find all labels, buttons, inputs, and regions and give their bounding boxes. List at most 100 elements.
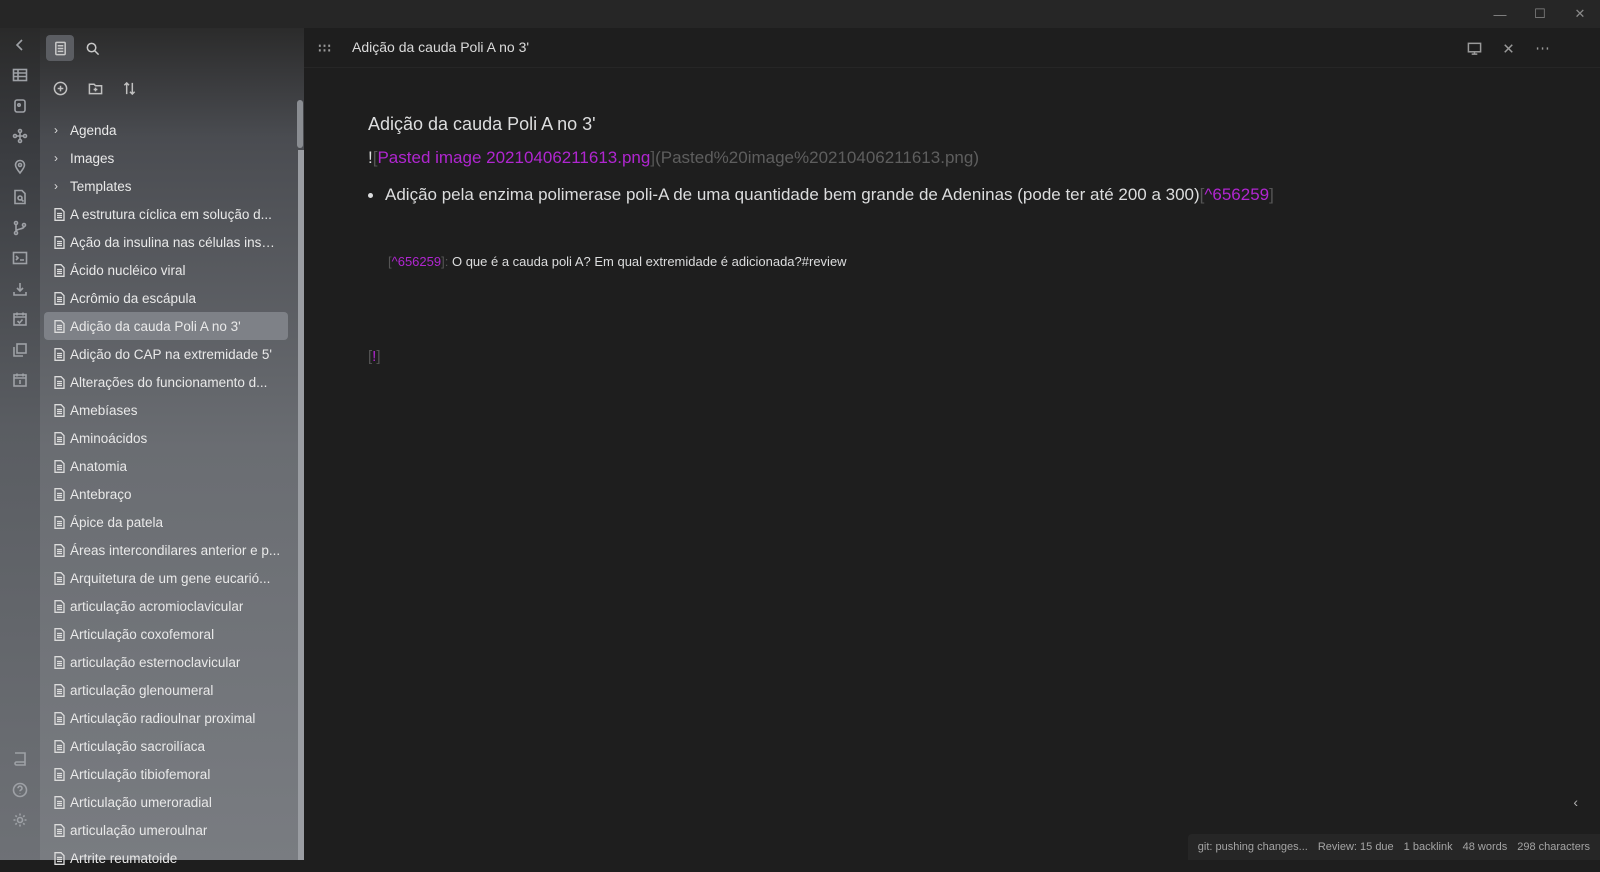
calendar-check-icon[interactable]	[9, 308, 31, 330]
ribbon	[0, 28, 40, 860]
file-item[interactable]: Ácido nucléico viral	[44, 256, 288, 284]
new-folder-button[interactable]	[83, 76, 107, 100]
table-icon[interactable]	[9, 64, 31, 86]
document-icon	[54, 683, 70, 697]
file-tree: › Agenda › Images › Templates A estrutura cícl…	[44, 116, 288, 872]
file-item[interactable]: Áreas intercondilares anterior e p...	[44, 536, 288, 564]
file-item[interactable]: Articulação sacroilíaca	[44, 732, 288, 760]
book-icon[interactable]	[9, 748, 31, 770]
terminal-icon[interactable]	[9, 247, 31, 269]
document-icon	[54, 319, 70, 333]
chevron-right-icon: ›	[54, 179, 58, 193]
exclamation-embed: [!]	[368, 348, 381, 365]
close-window-button[interactable]: ✕	[1560, 0, 1600, 28]
close-icon[interactable]	[1498, 38, 1518, 58]
file-item[interactable]: Alterações do funcionamento d...	[44, 368, 288, 396]
view-header: Adição da cauda Poli A no 3'	[304, 28, 1600, 68]
view-header-title[interactable]: Adição da cauda Poli A no 3'	[352, 39, 529, 55]
file-item[interactable]: Arquitetura de um gene eucarió...	[44, 564, 288, 592]
ref-bracket-close: ]	[1269, 185, 1274, 204]
file-label: Antebraço	[70, 486, 132, 502]
embed-link-text[interactable]: Pasted image 20210406211613.png	[377, 148, 650, 167]
folder-item[interactable]: › Agenda	[44, 116, 288, 144]
copy-icon[interactable]	[9, 339, 31, 361]
file-label: Amebíases	[70, 402, 138, 418]
document-icon	[54, 431, 70, 445]
file-explorer-tab[interactable]	[46, 35, 74, 61]
block-text: O que é a cauda poli A? Em qual extremid…	[451, 254, 847, 269]
document-icon	[54, 375, 70, 389]
location-icon[interactable]	[9, 156, 31, 178]
backlink-count[interactable]: 1 backlink	[1404, 841, 1453, 853]
file-label: Aminoácidos	[70, 430, 148, 446]
file-item[interactable]: Articulação coxofemoral	[44, 620, 288, 648]
document-icon	[54, 235, 70, 249]
folder-item[interactable]: › Images	[44, 144, 288, 172]
search-tab[interactable]	[78, 35, 106, 61]
file-item[interactable]: Aminoácidos	[44, 424, 288, 452]
git-status[interactable]: git: pushing changes...	[1198, 841, 1308, 853]
file-search-icon[interactable]	[9, 186, 31, 208]
file-item[interactable]: Adição da cauda Poli A no 3'	[44, 312, 288, 340]
file-label: Artrite reumatoide	[70, 850, 178, 866]
minimize-button[interactable]: —	[1480, 0, 1520, 28]
sidebar-scrollbar[interactable]	[297, 100, 303, 148]
new-note-button[interactable]	[48, 76, 72, 100]
document-icon	[54, 543, 70, 557]
help-icon[interactable]	[9, 779, 31, 801]
file-label: Adição da cauda Poli A no 3'	[70, 318, 241, 334]
file-item[interactable]: A estrutura cíclica em solução d...	[44, 200, 288, 228]
document-icon	[54, 767, 70, 781]
file-item[interactable]: Amebíases	[44, 396, 288, 424]
file-item[interactable]: articulação esternoclavicular	[44, 648, 288, 676]
folder-item[interactable]: › Templates	[44, 172, 288, 200]
file-item[interactable]: articulação glenoumeral	[44, 676, 288, 704]
file-item[interactable]: Antebraço	[44, 480, 288, 508]
preview-mode-icon[interactable]	[1464, 38, 1484, 58]
more-options-icon[interactable]	[1532, 38, 1552, 58]
document-icon	[54, 655, 70, 669]
image-embed-line: ![Pasted image 20210406211613.png](Paste…	[368, 148, 1548, 178]
graph-icon[interactable]	[9, 125, 31, 147]
review-status[interactable]: Review: 15 due	[1318, 841, 1394, 853]
file-item[interactable]: Ápice da patela	[44, 508, 288, 536]
file-item[interactable]: Artrite reumatoide	[44, 844, 288, 872]
plus-circle-icon	[53, 81, 67, 95]
file-label: Áreas intercondilares anterior e p...	[70, 542, 281, 558]
editor-pane: Adição da cauda Poli A no 3' Adição da c…	[304, 28, 1600, 860]
collapse-right-sidebar-icon[interactable]: ‹	[1573, 794, 1578, 810]
embed-link-url[interactable]: Pasted%20image%20210406211613.png	[661, 148, 974, 167]
file-label: Articulação coxofemoral	[70, 626, 215, 642]
file-item[interactable]: Articulação radioulnar proximal	[44, 704, 288, 732]
chevron-left-icon[interactable]	[9, 34, 31, 56]
fork-icon[interactable]	[9, 217, 31, 239]
file-item[interactable]: Ação da insulina nas células insul...	[44, 228, 288, 256]
document-icon	[54, 823, 70, 837]
block-id[interactable]: ^656259	[392, 254, 441, 269]
document-icon	[54, 459, 70, 473]
file-item[interactable]: Adição do CAP na extremidade 5'	[44, 340, 288, 368]
grid-menu-icon[interactable]	[314, 38, 334, 58]
document-icon	[54, 207, 70, 221]
file-label: Arquitetura de um gene eucarió...	[70, 570, 271, 586]
folder-label: Agenda	[70, 122, 117, 138]
file-item[interactable]: Articulação tibiofemoral	[44, 760, 288, 788]
calendar-icon[interactable]	[9, 369, 31, 391]
file-item[interactable]: Acrômio da escápula	[44, 284, 288, 312]
file-item[interactable]: Articulação umeroradial	[44, 788, 288, 816]
sort-button[interactable]	[117, 76, 141, 100]
file-label: Anatomia	[70, 458, 128, 474]
maximize-button[interactable]: ☐	[1520, 0, 1560, 28]
file-item[interactable]: articulação acromioclavicular	[44, 592, 288, 620]
file-label: A estrutura cíclica em solução d...	[70, 206, 272, 222]
dice-icon[interactable]	[9, 95, 31, 117]
file-item[interactable]: Anatomia	[44, 452, 288, 480]
status-bar: git: pushing changes... Review: 15 due 1…	[1187, 834, 1600, 860]
note-content[interactable]: Adição da cauda Poli A no 3' ![Pasted im…	[368, 114, 1548, 365]
file-item[interactable]: articulação umeroulnar	[44, 816, 288, 844]
file-label: Articulação umeroradial	[70, 794, 212, 810]
import-icon[interactable]	[9, 278, 31, 300]
settings-icon[interactable]	[9, 809, 31, 831]
block-ref-link[interactable]: ^656259	[1204, 185, 1269, 205]
folder-plus-icon	[88, 83, 102, 94]
